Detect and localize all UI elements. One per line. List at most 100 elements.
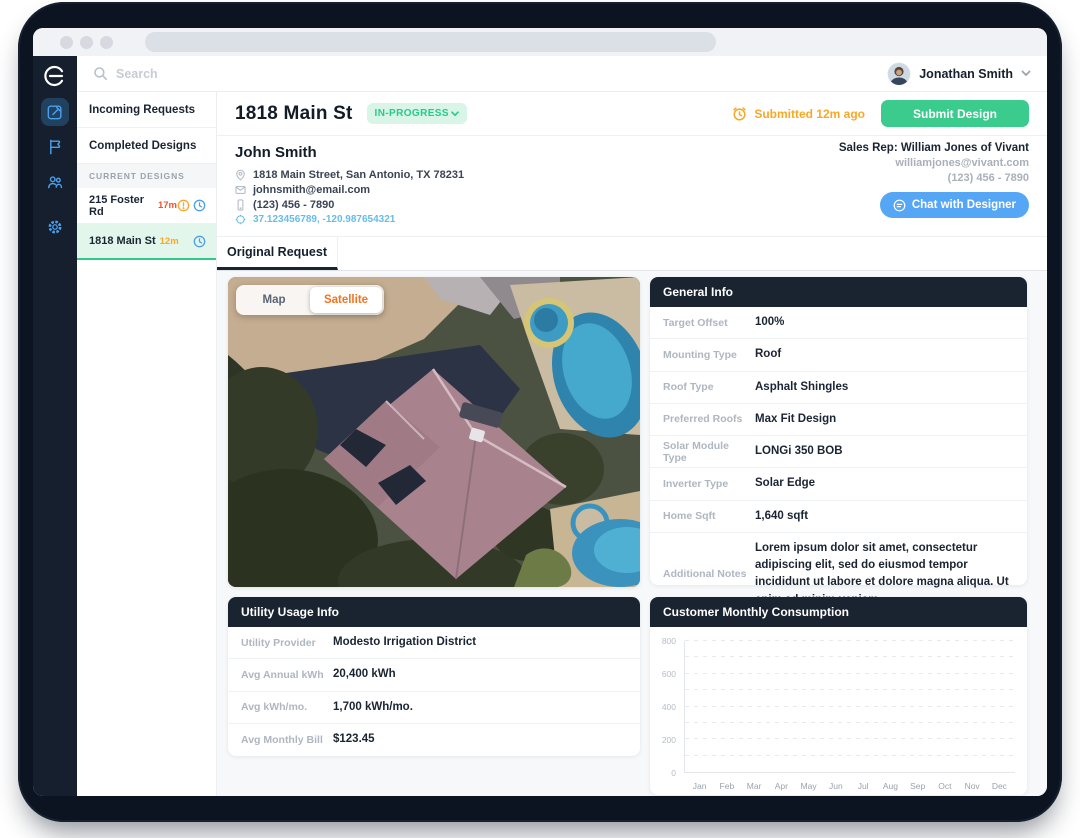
title-row: 1818 Main St IN-PROGRESS xyxy=(217,92,1047,136)
customer-info-row: John Smith 1818 Main Street, San Antonio… xyxy=(217,136,1047,236)
rail-item-settings[interactable] xyxy=(41,213,69,241)
info-label: Target Offset xyxy=(663,317,755,329)
rail-item-team[interactable] xyxy=(41,168,69,196)
general-rows: Target Offset 100% Mounting Type Roof Ro… xyxy=(650,307,1027,616)
window-control-dot[interactable] xyxy=(60,36,73,49)
envelope-icon xyxy=(235,185,246,195)
flag-icon xyxy=(45,137,65,157)
map-toggle-satellite[interactable]: Satellite xyxy=(310,287,382,313)
chart-x-axis: JanFebMarAprMayJunJulAugSepOctNovDec xyxy=(684,781,1015,791)
browser-chrome xyxy=(33,28,1047,56)
design-editor-icon xyxy=(45,102,65,122)
alarm-clock-icon xyxy=(731,105,748,122)
search-box[interactable] xyxy=(93,66,296,81)
info-value: LONGi 350 BOB xyxy=(755,436,843,467)
search-input[interactable] xyxy=(116,67,296,81)
icon-rail xyxy=(33,56,77,796)
sidebar-item-incoming-requests[interactable]: Incoming Requests xyxy=(77,92,216,128)
page-title: 1818 Main St xyxy=(235,103,353,125)
info-label: Avg kWh/mo. xyxy=(241,701,333,713)
submitted-status: Submitted 12m ago xyxy=(731,105,865,122)
window-control-dot[interactable] xyxy=(80,36,93,49)
alert-icon xyxy=(177,199,190,212)
design-age: 17m xyxy=(158,200,177,211)
crosshair-icon xyxy=(235,214,246,225)
satellite-image xyxy=(228,277,640,587)
user-menu[interactable]: Jonathan Smith xyxy=(887,62,1031,86)
team-icon xyxy=(45,172,65,192)
customer-address-text: 1818 Main Street, San Antonio, TX 78231 xyxy=(253,169,464,181)
sidebar-section-label: CURRENT DESIGNS xyxy=(77,164,216,188)
info-row: Home Sqft 1,640 sqft xyxy=(650,501,1027,533)
info-row: Avg Annual kWh 20,400 kWh xyxy=(228,659,640,691)
user-name: Jonathan Smith xyxy=(919,67,1013,81)
sidebar-item-label: Completed Designs xyxy=(89,140,196,152)
rail-item-designs[interactable] xyxy=(41,98,69,126)
consumption-chart: 0200400600800 JanFebMarAprMayJunJulAugSe… xyxy=(650,627,1027,795)
sales-rep-block: Sales Rep: William Jones of Vivant willi… xyxy=(839,142,1029,227)
customer-coordinates[interactable]: 37.123456789, -120.987654321 xyxy=(235,212,464,227)
sales-rep-phone: (123) 456 - 7890 xyxy=(839,172,1029,184)
rail-item-flags[interactable] xyxy=(41,133,69,161)
sidebar-item-completed-designs[interactable]: Completed Designs xyxy=(77,128,216,164)
status-badge[interactable]: IN-PROGRESS xyxy=(367,103,467,124)
info-row: Target Offset 100% xyxy=(650,307,1027,339)
map-toggle-map[interactable]: Map xyxy=(238,287,310,313)
app-logo-icon xyxy=(42,63,68,89)
info-label: Utility Provider xyxy=(241,637,333,649)
tab-original-request[interactable]: Original Request xyxy=(217,237,338,270)
design-label: 1818 Main St xyxy=(89,235,156,247)
submitted-text: Submitted 12m ago xyxy=(754,107,865,121)
general-info-panel: General Info Target Offset 100% Mounting… xyxy=(650,277,1027,585)
address-bar[interactable] xyxy=(145,32,716,52)
status-badge-label: IN-PROGRESS xyxy=(375,108,449,119)
sales-rep-email: williamjones@vivant.com xyxy=(839,157,1029,169)
map-pin-icon xyxy=(235,169,246,181)
gear-icon xyxy=(45,217,65,237)
customer-email-text: johnsmith@email.com xyxy=(253,184,370,196)
info-row: Mounting Type Roof xyxy=(650,339,1027,371)
clock-icon xyxy=(193,199,206,212)
info-value: 20,400 kWh xyxy=(333,659,396,690)
info-value: Max Fit Design xyxy=(755,404,836,435)
customer-block: John Smith 1818 Main Street, San Antonio… xyxy=(235,142,464,227)
info-row: Roof Type Asphalt Shingles xyxy=(650,372,1027,404)
design-label: 215 Foster Rd xyxy=(89,194,154,218)
customer-email: johnsmith@email.com xyxy=(235,182,464,197)
device-frame: Jonathan Smith Incoming Requests Complet xyxy=(18,2,1062,822)
panel-title: Utility Usage Info xyxy=(228,597,640,627)
topbar: Jonathan Smith xyxy=(77,56,1047,92)
chevron-down-icon xyxy=(1021,70,1031,77)
info-value: Modesto Irrigation District xyxy=(333,627,476,658)
info-value: $123.45 xyxy=(333,724,375,755)
tab-strip: Original Request xyxy=(217,236,1047,271)
design-item-1818-main-st[interactable]: 1818 Main St 12m xyxy=(77,224,216,260)
window-control-dot[interactable] xyxy=(100,36,113,49)
sidebar-item-label: Incoming Requests xyxy=(89,104,195,116)
chat-button-label: Chat with Designer xyxy=(912,199,1016,211)
info-label: Preferred Roofs xyxy=(663,413,755,425)
map-card[interactable]: Map Satellite xyxy=(228,277,640,587)
sales-rep-name: Sales Rep: William Jones of Vivant xyxy=(839,142,1029,154)
info-row: Avg Monthly Bill $123.45 xyxy=(228,724,640,756)
info-label: Inverter Type xyxy=(663,478,755,490)
info-label: Home Sqft xyxy=(663,510,755,522)
content-area: Map Satellite Utility Usage Info Utility… xyxy=(217,271,1047,796)
app-shell: Jonathan Smith Incoming Requests Complet xyxy=(33,56,1047,796)
utility-rows: Utility Provider Modesto Irrigation Dist… xyxy=(228,627,640,756)
chat-with-designer-button[interactable]: Chat with Designer xyxy=(880,192,1029,218)
info-value: 1,700 kWh/mo. xyxy=(333,692,413,723)
design-item-215-foster-rd[interactable]: 215 Foster Rd 17m xyxy=(77,188,216,224)
info-row: Preferred Roofs Max Fit Design xyxy=(650,404,1027,436)
info-value: Solar Edge xyxy=(755,468,815,499)
mobile-phone-icon xyxy=(235,199,246,211)
main-area: 1818 Main St IN-PROGRESS xyxy=(217,92,1047,796)
info-row: Solar Module Type LONGi 350 BOB xyxy=(650,436,1027,468)
info-label: Avg Monthly Bill xyxy=(241,734,333,746)
map-type-toggle: Map Satellite xyxy=(236,285,384,315)
panel-title: Customer Monthly Consumption xyxy=(650,597,1027,627)
utility-usage-panel: Utility Usage Info Utility Provider Mode… xyxy=(228,597,640,756)
info-value: Roof xyxy=(755,339,781,370)
submit-design-button[interactable]: Submit Design xyxy=(881,100,1029,127)
info-value: 1,640 sqft xyxy=(755,501,808,532)
